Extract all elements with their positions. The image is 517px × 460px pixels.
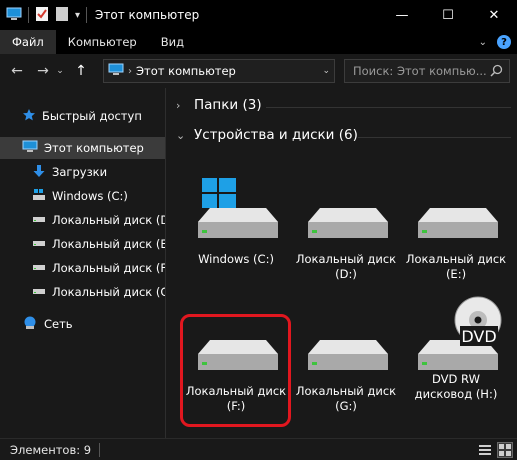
drive-label: Локальный диск: [295, 384, 397, 398]
this-pc-icon: [22, 140, 38, 156]
up-arrow-icon[interactable]: ↑: [70, 60, 92, 82]
group-divider: [266, 107, 511, 108]
nav-item-drive-c[interactable]: Windows (C:): [32, 185, 128, 207]
nav-item-downloads[interactable]: Загрузки: [32, 161, 107, 183]
hard-drive-icon: [418, 208, 498, 238]
tab-view[interactable]: Вид: [149, 30, 196, 54]
nav-item-drive-g[interactable]: Локальный диск (G:): [32, 281, 178, 303]
nav-item-label: Windows (C:): [52, 189, 128, 203]
group-header-folders[interactable]: › Папки (3): [176, 97, 262, 113]
hard-drive-icon: [308, 340, 388, 370]
drive-icon: [32, 213, 46, 227]
items-count: Элементов: 9: [10, 442, 92, 457]
navigation-bar: ← → ⌄ ↑ › Этот компьютер ⌄ ↻ Поиск: Этот…: [0, 54, 517, 88]
forward-arrow-icon[interactable]: →: [32, 60, 54, 82]
dvd-drive-icon: DVD: [418, 296, 502, 370]
drive-label-letter: (E:): [445, 267, 467, 281]
drive-label: Windows (C:): [198, 252, 274, 266]
large-icons-view-icon[interactable]: [497, 442, 513, 458]
drive-label: DVD RW: [432, 372, 480, 386]
drive-tile-e[interactable]: Локальный диск (E:): [400, 178, 512, 282]
nav-item-drive-f[interactable]: Локальный диск (F:): [32, 257, 174, 279]
nav-item-quick-access[interactable]: Быстрый доступ: [22, 105, 142, 127]
this-pc-icon[interactable]: [6, 7, 22, 24]
drive-label-letter: (F:): [226, 399, 246, 413]
drive-tile-d[interactable]: Локальный диск (D:): [290, 178, 402, 282]
title-bar: ▾ Этот компьютер — ☐ ✕: [0, 0, 517, 30]
network-icon: [22, 316, 38, 333]
nav-item-label: Локальный диск (E:): [52, 237, 176, 251]
hard-drive-icon: [198, 340, 278, 370]
close-button[interactable]: ✕: [471, 0, 517, 30]
back-arrow-icon[interactable]: ←: [6, 60, 28, 82]
drive-tile-g[interactable]: Локальный диск (G:): [290, 310, 402, 414]
drive-label: Локальный диск: [295, 252, 397, 266]
minimize-button[interactable]: —: [379, 0, 425, 30]
group-divider: [358, 137, 511, 138]
content-pane: › Папки (3) ⌄ Устройства и диски (6) Win…: [166, 88, 517, 438]
hard-drive-icon: [308, 208, 388, 238]
quick-access-toolbar: ▾: [0, 0, 88, 30]
toolbar-separator: [28, 7, 29, 23]
drive-label: Локальный диск: [185, 384, 287, 398]
nav-item-drive-d[interactable]: Локальный диск (D:): [32, 209, 178, 231]
search-placeholder: Поиск: Этот компью...: [353, 64, 487, 78]
this-pc-icon: [108, 63, 124, 79]
drive-tile-h[interactable]: DVD DVD RW дисковод (H:): [400, 296, 512, 402]
address-bar[interactable]: › Этот компьютер ⌄: [103, 59, 335, 83]
drive-label: Локальный диск: [405, 252, 507, 266]
dvd-badge-text: DVD: [461, 327, 496, 346]
drive-icon: [32, 261, 46, 275]
toolbar-separator: [86, 7, 88, 23]
window-title: Этот компьютер: [95, 8, 200, 22]
navigation-pane: Быстрый доступ Этот компьютер Загрузки W…: [0, 88, 178, 438]
expand-ribbon-icon[interactable]: ⌄: [479, 37, 487, 48]
chevron-down-icon: ⌄: [176, 128, 186, 142]
nav-item-label: Загрузки: [52, 165, 108, 179]
properties-icon[interactable]: [35, 6, 49, 25]
nav-item-label: Сеть: [44, 317, 73, 331]
new-folder-icon[interactable]: [55, 6, 69, 25]
help-icon[interactable]: ?: [497, 35, 511, 49]
recent-locations-icon[interactable]: ⌄: [54, 60, 66, 82]
nav-item-label: Локальный диск (D:): [52, 213, 178, 227]
ribbon-tabs: Файл Компьютер Вид ⌄ ?: [0, 30, 517, 54]
nav-item-label: Этот компьютер: [44, 141, 144, 155]
nav-item-label: Локальный диск (G:): [52, 285, 178, 299]
drive-label-letter: (D:): [335, 267, 357, 281]
drive-icon: [32, 285, 46, 299]
search-icon: [490, 64, 503, 80]
windows-drive-icon: [32, 188, 46, 205]
tab-computer[interactable]: Компьютер: [56, 30, 149, 54]
breadcrumb-separator-icon[interactable]: ›: [128, 66, 132, 77]
group-title: Устройства и диски (6): [194, 127, 358, 143]
drive-label-letter: дисковод (H:): [414, 387, 498, 401]
status-bar: Элементов: 9: [0, 438, 517, 460]
nav-item-this-pc[interactable]: Этот компьютер: [0, 137, 165, 159]
breadcrumb[interactable]: Этот компьютер: [136, 64, 236, 78]
drive-label-letter: (G:): [335, 399, 357, 413]
nav-item-label: Быстрый доступ: [42, 109, 142, 123]
maximize-button[interactable]: ☐: [425, 0, 471, 30]
nav-item-drive-e[interactable]: Локальный диск (E:): [32, 233, 176, 255]
windows-drive-icon: [198, 178, 278, 238]
drive-tile-f[interactable]: Локальный диск (F:): [180, 310, 292, 414]
customize-toolbar-icon[interactable]: ▾: [75, 10, 80, 21]
group-header-devices[interactable]: ⌄ Устройства и диски (6): [176, 127, 358, 143]
drive-icon: [32, 237, 46, 251]
tab-file[interactable]: Файл: [0, 30, 56, 54]
chevron-right-icon: ›: [176, 98, 181, 112]
group-title: Папки (3): [194, 97, 262, 113]
download-icon: [32, 164, 46, 181]
nav-item-network[interactable]: Сеть: [22, 313, 73, 335]
nav-item-label: Локальный диск (F:): [52, 261, 175, 275]
star-icon: [22, 108, 36, 125]
details-view-icon[interactable]: [477, 442, 493, 458]
drive-tile-c[interactable]: Windows (C:): [180, 178, 292, 267]
address-dropdown-icon[interactable]: ⌄: [322, 66, 330, 76]
search-input[interactable]: Поиск: Этот компью...: [344, 59, 510, 83]
status-separator: [99, 442, 101, 457]
